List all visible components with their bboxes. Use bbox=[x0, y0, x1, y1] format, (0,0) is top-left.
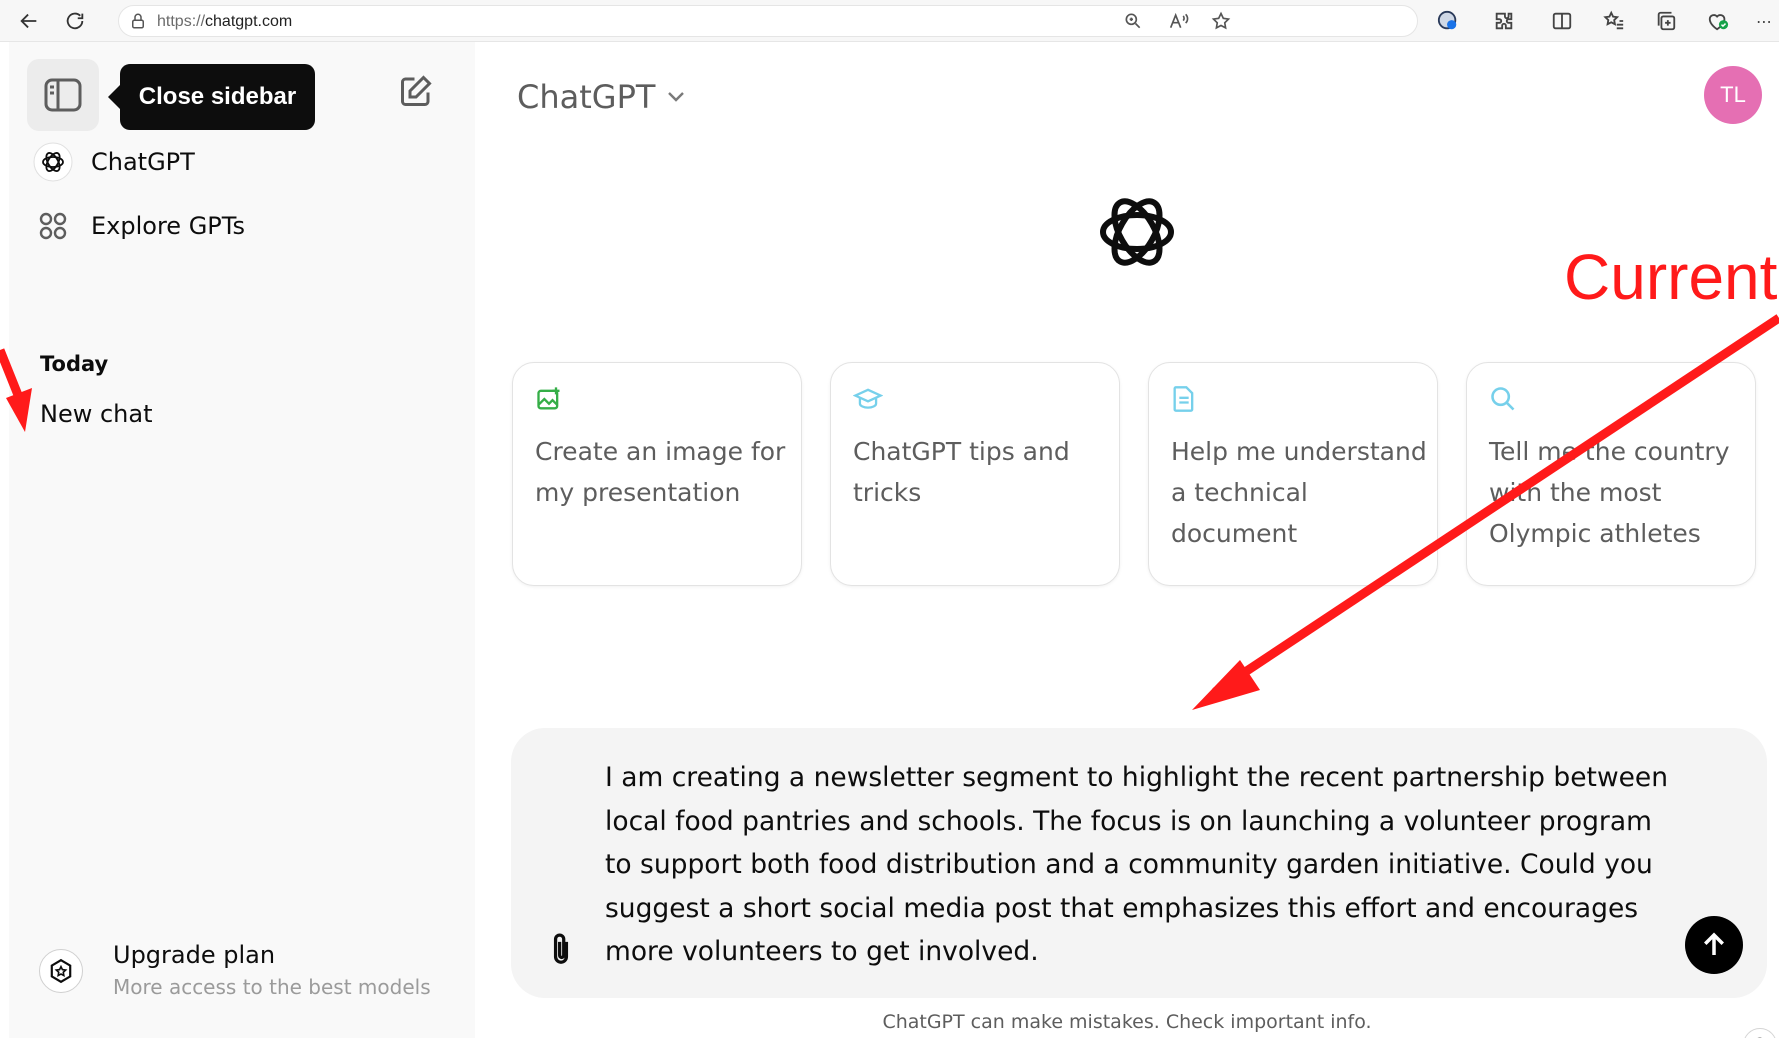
compose-icon bbox=[401, 75, 432, 106]
read-aloud-icon[interactable] bbox=[1165, 7, 1193, 35]
suggestion-card[interactable]: Tell me the country with the most Olympi… bbox=[1466, 362, 1756, 586]
image-icon bbox=[535, 385, 563, 413]
send-button[interactable] bbox=[1685, 916, 1743, 974]
sidebar: Close sidebar ChatGPT Explore GPTs Today… bbox=[9, 42, 475, 1038]
upgrade-icon bbox=[39, 949, 83, 993]
disclaimer-text: ChatGPT can make mistakes. Check importa… bbox=[882, 1011, 1372, 1033]
toggle-sidebar-button[interactable] bbox=[27, 59, 99, 131]
chat-history-item[interactable]: New chat bbox=[40, 400, 153, 428]
lock-icon bbox=[129, 12, 147, 34]
suggestion-text: ChatGPT tips and tricks bbox=[853, 437, 1070, 507]
sidebar-item-chatgpt[interactable]: ChatGPT bbox=[31, 136, 451, 188]
close-sidebar-tooltip: Close sidebar bbox=[108, 64, 315, 130]
collections-icon[interactable] bbox=[1652, 7, 1680, 35]
attach-paperclip-icon[interactable] bbox=[541, 930, 581, 970]
favorite-star-icon[interactable] bbox=[1207, 7, 1235, 35]
zoom-icon[interactable] bbox=[1119, 7, 1147, 35]
url-scheme: https:// bbox=[157, 13, 206, 30]
arrow-up-icon bbox=[1704, 932, 1724, 955]
graduation-cap-icon bbox=[852, 385, 884, 413]
back-arrow-icon[interactable] bbox=[14, 6, 44, 36]
suggestion-card[interactable]: Help me understand a technical document bbox=[1148, 362, 1438, 586]
chevron-down-icon bbox=[668, 92, 685, 102]
sidebar-item-explore-gpts[interactable]: Explore GPTs bbox=[31, 200, 451, 252]
document-icon bbox=[1171, 385, 1199, 413]
suggestion-text: Help me understand a technical document bbox=[1171, 437, 1427, 548]
sidebar-panel-icon bbox=[44, 78, 82, 112]
url-host: chatgpt.com bbox=[205, 13, 293, 30]
upgrade-title: Upgrade plan bbox=[113, 941, 276, 969]
section-heading-today: Today bbox=[40, 352, 109, 376]
model-selector[interactable]: ChatGPT bbox=[517, 78, 685, 116]
browser-health-icon[interactable] bbox=[1704, 7, 1732, 35]
avatar[interactable]: TL bbox=[1704, 66, 1762, 124]
upgrade-subtitle: More access to the best models bbox=[113, 975, 431, 999]
annotation-label: Current bbox=[1564, 241, 1778, 313]
password-extension-icon[interactable] bbox=[1434, 7, 1462, 35]
suggestion-card[interactable]: ChatGPT tips and tricks bbox=[830, 362, 1120, 586]
main-panel: ChatGPT TL Create an image for my presen… bbox=[475, 42, 1779, 1038]
new-chat-button[interactable] bbox=[395, 70, 437, 112]
sidebar-item-label: ChatGPT bbox=[91, 148, 195, 176]
more-menu-icon[interactable]: ⋯ bbox=[1754, 7, 1774, 35]
refresh-icon[interactable] bbox=[60, 6, 90, 36]
openai-logo-icon bbox=[31, 140, 75, 184]
message-composer[interactable]: I am creating a newsletter segment to hi… bbox=[511, 728, 1767, 998]
suggestion-text: Tell me the country with the most Olympi… bbox=[1489, 437, 1730, 548]
browser-toolbar: https://chatgpt.com ⋯ bbox=[0, 0, 1779, 42]
url-text: https://chatgpt.com bbox=[157, 13, 292, 31]
extensions-icon[interactable] bbox=[1490, 7, 1518, 35]
openai-logo-icon bbox=[1093, 188, 1181, 276]
suggestion-text: Create an image for my presentation bbox=[535, 437, 786, 507]
model-name: ChatGPT bbox=[517, 78, 656, 116]
message-input[interactable]: I am creating a newsletter segment to hi… bbox=[605, 756, 1685, 974]
sidebar-item-label: Explore GPTs bbox=[91, 212, 245, 240]
split-screen-icon[interactable] bbox=[1548, 7, 1576, 35]
suggestion-card[interactable]: Create an image for my presentation bbox=[512, 362, 802, 586]
search-icon bbox=[1489, 385, 1517, 413]
grid-icon bbox=[31, 204, 75, 248]
favorites-list-icon[interactable] bbox=[1600, 7, 1628, 35]
upgrade-plan-button[interactable]: Upgrade plan More access to the best mod… bbox=[39, 937, 459, 1017]
address-bar[interactable]: https://chatgpt.com bbox=[118, 5, 1418, 37]
